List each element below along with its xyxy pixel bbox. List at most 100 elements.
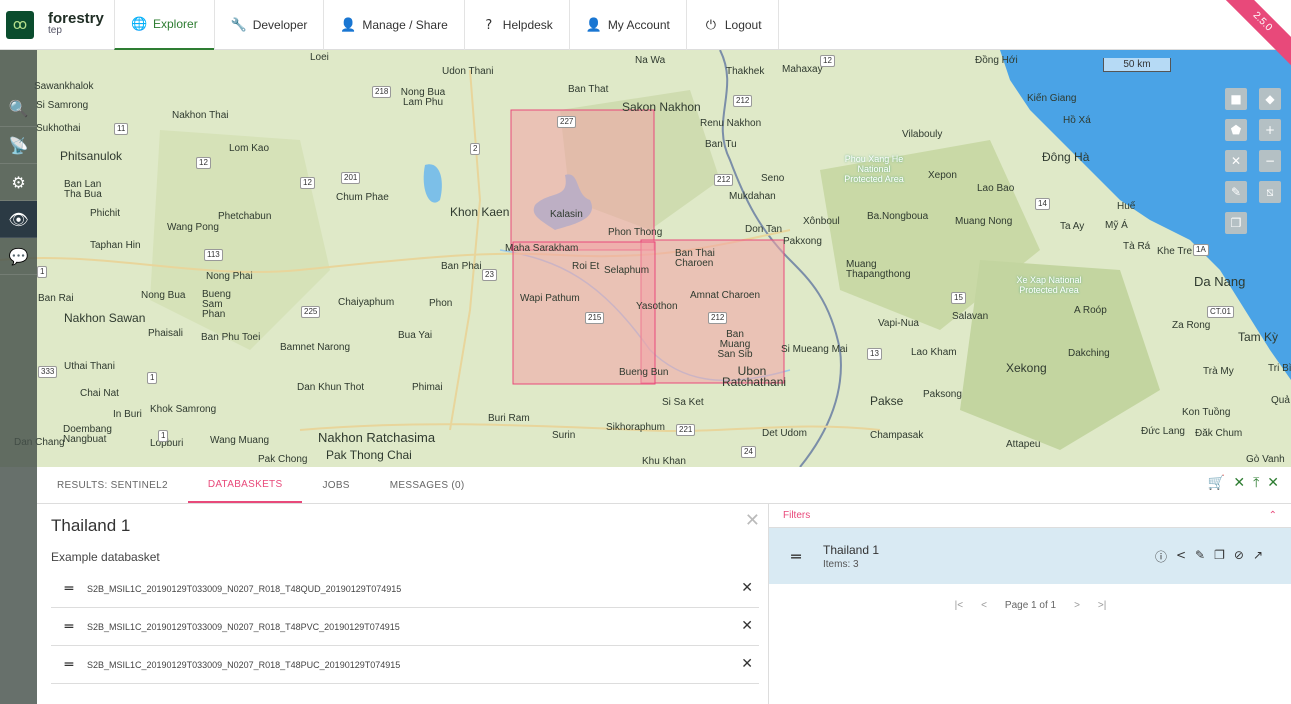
hide-icon[interactable]: ⊘ (1234, 548, 1244, 565)
edit-icon[interactable]: ✎ (1225, 181, 1247, 203)
map-view[interactable]: Loei Udon Thani Na Wa Thakhek Mahaxay Đồ… (0, 50, 1291, 467)
map-label: Đông Hà (1042, 150, 1090, 164)
map-label: In Buri (113, 409, 142, 420)
drag-handle-icon[interactable]: ═ (51, 581, 87, 597)
tab-results-sentinel2[interactable]: RESULTS: SENTINEL2 (37, 467, 188, 503)
lake (423, 164, 442, 203)
map-label: Dakching (1068, 348, 1110, 359)
search-tool-icon[interactable]: 🔍 (0, 90, 37, 127)
logo-mark-icon: ꝏ (6, 11, 34, 39)
info-icon[interactable]: ⓘ (1155, 548, 1167, 565)
road-shield: 333 (38, 366, 58, 378)
drag-handle-icon[interactable]: ═ (769, 547, 823, 566)
zoom-out-icon[interactable]: − (1259, 150, 1281, 172)
hide-layers-icon[interactable]: ⧅ (1259, 181, 1281, 203)
next-page-icon[interactable]: > (1074, 600, 1080, 611)
map-label: Tri Bì (1268, 363, 1291, 374)
map-label: Sukhothai (36, 123, 81, 134)
map-label: Gò Vanh (1246, 454, 1285, 465)
databasket-description: Example databasket (51, 550, 160, 564)
map-label: Wapi Pathum (520, 293, 580, 304)
map-label: Roi Et (572, 261, 600, 272)
basket-clear-icon[interactable]: ✕ (1233, 475, 1245, 491)
map-label: Taphan Hin (90, 240, 141, 251)
copy-icon[interactable]: ❐ (1225, 212, 1247, 234)
map-label: Chum Phae (336, 192, 389, 203)
remove-icon[interactable]: ✕ (741, 580, 753, 596)
map-label: Ta Ay (1060, 221, 1085, 232)
remove-icon[interactable]: ✕ (741, 656, 753, 672)
road-shield: 221 (676, 424, 696, 436)
tab-databaskets[interactable]: DATABASKETS (187, 467, 303, 503)
nav-explorer[interactable]: 🌐 Explorer (114, 0, 214, 50)
logo[interactable]: ꝏ (0, 0, 40, 50)
last-page-icon[interactable]: >| (1098, 600, 1106, 611)
layers-icon[interactable]: ◆ (1259, 88, 1281, 110)
map-label: Mỹ Á (1105, 220, 1128, 231)
map-label: Khon Kaen (450, 205, 510, 219)
remove-icon[interactable]: ✕ (741, 618, 753, 634)
share-icon[interactable]: < (1176, 548, 1186, 565)
basket-add-icon[interactable]: 🛒 (1208, 475, 1225, 491)
map-label: Vilabouly (902, 129, 943, 140)
databasket-row-selected[interactable]: ═ Thailand 1 Items: 3 ⓘ < ✎ ❐ ⊘ ↗ (769, 528, 1291, 584)
tab-messages[interactable]: MESSAGES (0) (370, 467, 485, 503)
road-shield: 1A (1193, 244, 1209, 256)
bottom-tab-bar: RESULTS: SENTINEL2 DATABASKETS JOBS MESS… (37, 467, 1291, 504)
nav-developer-label: Developer (252, 18, 308, 32)
map-label: Dan Khun Thot (297, 382, 365, 393)
map-label: Ba.Nongboua (867, 211, 929, 222)
maximize-panel-icon[interactable]: ⤒ (1253, 475, 1259, 491)
map-label: Hồ Xá (1063, 115, 1091, 126)
map-label: Bua Yai (398, 330, 433, 341)
map-label: Buri Ram (488, 413, 530, 424)
filters-label: Filters (783, 510, 811, 521)
messages-tool-icon[interactable]: 💬 (0, 238, 37, 275)
tab-jobs[interactable]: JOBS (302, 467, 369, 503)
map-label: Ubon Ratchathani (722, 364, 787, 389)
drag-handle-icon[interactable]: ═ (51, 619, 87, 635)
polygon-draw-icon[interactable]: ⬟ (1225, 119, 1247, 141)
clear-icon[interactable]: ✕ (1225, 150, 1247, 172)
sentinel-tool-icon[interactable]: 📡 (0, 127, 37, 164)
close-icon[interactable]: ✕ (745, 510, 760, 531)
nav-developer[interactable]: 🔧 Developer (213, 0, 324, 50)
list-item[interactable]: ═ S2B_MSIL1C_20190129T033009_N0207_R018_… (51, 646, 759, 684)
map-label: Maha Sarakham (505, 243, 579, 254)
map-label: Thakhek (726, 66, 765, 77)
map-label: Wang Muang (210, 435, 270, 446)
map-label: Yasothon (636, 301, 678, 312)
question-icon: ? (485, 17, 493, 33)
visibility-tool-icon[interactable]: 👁 (0, 201, 37, 238)
edit-icon[interactable]: ✎ (1195, 548, 1205, 565)
zoom-in-icon[interactable]: + (1259, 119, 1281, 141)
list-item[interactable]: ═ S2B_MSIL1C_20190129T033009_N0207_R018_… (51, 570, 759, 608)
list-item[interactable]: ═ S2B_MSIL1C_20190129T033009_N0207_R018_… (51, 608, 759, 646)
drag-handle-icon[interactable]: ═ (51, 657, 87, 673)
nav-helpdesk[interactable]: ? Helpdesk (463, 0, 569, 50)
map-label: Ban Thai Charoen (675, 248, 715, 269)
logo-subtitle: tep (48, 24, 62, 36)
map-label: Renu Nakhon (700, 118, 762, 129)
map-label: Ban Lan Tha Bua (64, 179, 102, 200)
close-panel-icon[interactable]: ✕ (1267, 475, 1279, 491)
nav-manage-share[interactable]: 👤 Manage / Share (323, 0, 463, 50)
copy-icon[interactable]: ❐ (1214, 548, 1225, 565)
square-draw-icon[interactable]: ■ (1225, 88, 1247, 110)
list-item-label: S2B_MSIL1C_20190129T033009_N0207_R018_T4… (87, 583, 402, 594)
nav-logout[interactable]: ⏻ Logout (685, 0, 778, 50)
open-external-icon[interactable]: ↗ (1253, 548, 1263, 565)
nav-manage-share-label: Manage / Share (362, 18, 448, 32)
map-label: Za Rong (1172, 320, 1211, 331)
filters-toggle[interactable]: Filters ⌃ (769, 504, 1291, 528)
processing-tool-icon[interactable]: ⚙ (0, 164, 37, 201)
nav-my-account[interactable]: 👤 My Account (568, 0, 686, 50)
user-icon: 👤 (340, 17, 357, 33)
map-label: Phon (429, 298, 453, 309)
first-page-icon[interactable]: |< (955, 600, 963, 611)
map-label: Det Udom (762, 428, 808, 439)
prev-page-icon[interactable]: < (981, 600, 987, 611)
map-label: Kalasin (550, 209, 583, 220)
map-label: Chaiyaphum (338, 297, 395, 308)
road-shield: 212 (733, 95, 753, 107)
